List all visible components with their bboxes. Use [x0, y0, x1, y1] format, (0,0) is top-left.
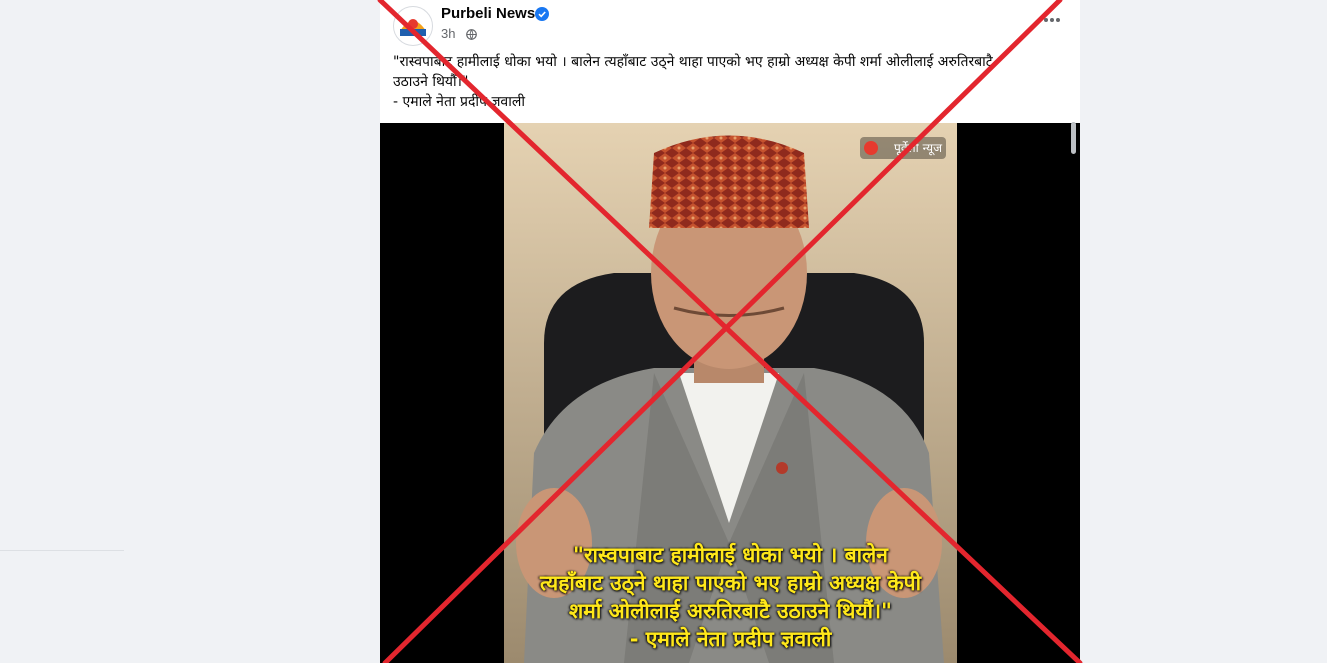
post-caption: "रास्वपाबाट हामीलाई धोका भयो । बालेन त्य… [393, 52, 1080, 112]
quote-line: "रास्वपाबाट हामीलाई धोका भयो । बालेन [573, 543, 888, 567]
politician-photo: पूर्वेली न्यूज "रास्वपाबाट हामीलाई धोका … [504, 123, 957, 663]
image-quote: "रास्वपाबाट हामीलाई धोका भयो । बालेन त्य… [504, 541, 957, 653]
page-avatar[interactable] [393, 6, 433, 46]
caption-line: - एमाले नेता प्रदीप ज्ञवाली [393, 94, 525, 110]
news-watermark: पूर्वेली न्यूज [860, 137, 946, 159]
quote-attribution: - एमाले नेता प्रदीप ज्ञवाली [629, 627, 832, 651]
post-header: Purbeli News 3h [380, 0, 1080, 50]
watermark-text: पूर्वेली न्यूज [894, 141, 942, 155]
watermark-logo-icon [864, 141, 878, 155]
caption-line: "रास्वपाबाट हामीलाई धोका भयो । बालेन त्य… [393, 54, 993, 70]
post-time[interactable]: 3h [441, 26, 455, 41]
more-options-icon[interactable] [1040, 10, 1064, 30]
left-panel-divider [0, 550, 124, 551]
post-image[interactable]: पूर्वेली न्यूज "रास्वपाबाट हामीलाई धोका … [380, 123, 1080, 663]
quote-line: त्यहाँबाट उठ्ने थाहा पाएको भए हाम्रो अध्… [539, 571, 922, 595]
verified-badge-icon [535, 7, 549, 21]
caption-line: उठाउने थियौँ।" [393, 74, 469, 90]
scrollbar-thumb[interactable] [1071, 122, 1076, 154]
purbeli-news-logo [395, 8, 431, 44]
globe-icon [466, 29, 477, 40]
page-name[interactable]: Purbeli News [441, 5, 535, 22]
quote-line: शर्मा ओलीलाई अरुतिरबाटै उठाउने थियौं।" [569, 599, 892, 623]
facebook-post: Purbeli News 3h "रास्वपाबाट हामीलाई धोका… [380, 0, 1080, 663]
